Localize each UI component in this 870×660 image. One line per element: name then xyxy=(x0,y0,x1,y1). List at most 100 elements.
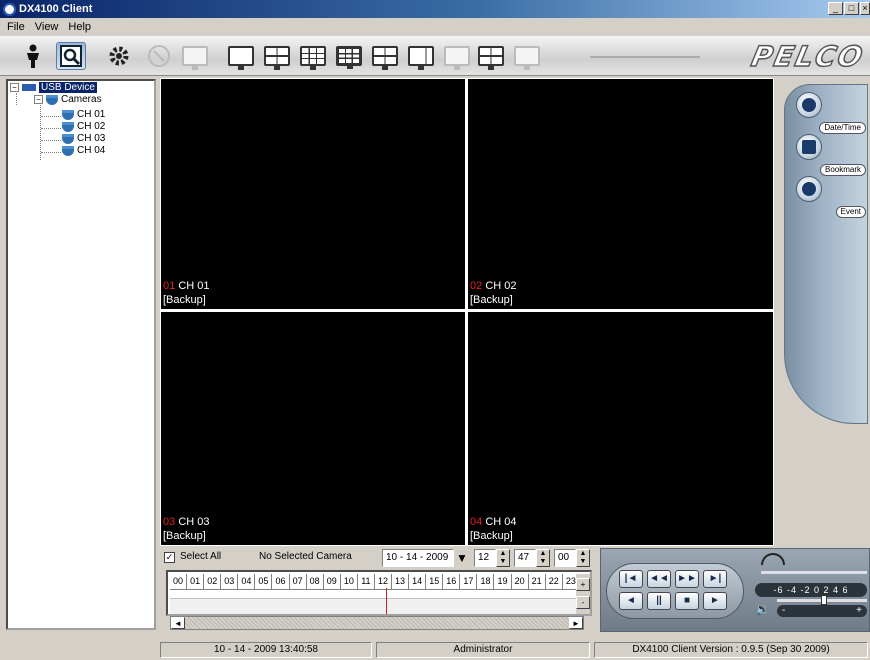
bookmark-icon xyxy=(802,140,816,154)
channel-name: CH 01 xyxy=(178,280,210,292)
live-view-button[interactable] xyxy=(18,42,48,70)
sequence-button[interactable] xyxy=(442,42,472,70)
date-dropdown-icon[interactable]: ▼ xyxy=(456,551,468,565)
title-bar: DX4100 Client xyxy=(0,0,870,18)
event-icon xyxy=(802,182,816,196)
maximize-button[interactable]: □ xyxy=(844,2,859,15)
video-cell-01[interactable]: 01 CH 01 [Backup] xyxy=(161,79,465,309)
timeline-hour-10: 10 xyxy=(340,574,358,590)
tree-channel-01[interactable]: CH 01 xyxy=(62,109,105,120)
skip-end-button[interactable]: ►| xyxy=(703,570,727,588)
video-cell-04[interactable]: 04 CH 04 [Backup] xyxy=(468,312,773,545)
device-tree: − USB Device − Cameras CH 01 CH 02 CH 03… xyxy=(6,79,156,630)
minute-spinner[interactable]: ▲ ▼ xyxy=(536,549,550,567)
timeline-track[interactable] xyxy=(170,598,580,614)
second-field[interactable]: 00 xyxy=(554,549,576,567)
camera-icon xyxy=(62,145,74,156)
event-search-button[interactable] xyxy=(796,176,822,202)
settings-button[interactable] xyxy=(104,42,134,70)
event-label[interactable]: Event xyxy=(835,206,866,218)
channel-number: 01 xyxy=(163,280,176,292)
layout-3x3-button[interactable] xyxy=(298,42,328,70)
cameras-icon xyxy=(46,94,58,105)
fast-forward-button[interactable]: ►► xyxy=(675,570,699,588)
layout-1x1-button[interactable] xyxy=(226,42,256,70)
skip-start-button[interactable]: |◄ xyxy=(619,570,643,588)
collapse-icon[interactable]: − xyxy=(34,95,43,104)
nine-view-icon xyxy=(300,46,326,70)
quad-view-icon xyxy=(264,46,290,70)
zoom-in-button[interactable]: + xyxy=(576,578,590,591)
play-button[interactable]: ► xyxy=(703,592,727,610)
reverse-play-button[interactable]: ◄ xyxy=(619,592,643,610)
speed-scale[interactable]: -6 -4 -2 0 2 4 6 xyxy=(755,583,867,597)
select-all-checkbox[interactable]: ✓ xyxy=(164,552,175,563)
scroll-left-button[interactable]: ◄ xyxy=(171,617,185,629)
menu-help[interactable]: Help xyxy=(63,21,96,33)
collapse-icon[interactable]: − xyxy=(10,83,19,92)
channel-status: [Backup] xyxy=(470,530,513,542)
speed-slider-track[interactable] xyxy=(761,571,867,574)
zoom-out-button[interactable]: - xyxy=(576,596,590,609)
tree-channel-04[interactable]: CH 04 xyxy=(62,145,105,156)
date-field[interactable]: 10 - 14 - 2009 xyxy=(382,549,454,567)
pause-button[interactable]: || xyxy=(647,592,671,610)
video-cell-03[interactable]: 03 CH 03 [Backup] xyxy=(161,312,465,545)
layout-8-button[interactable] xyxy=(406,42,436,70)
bookmark-label[interactable]: Bookmark xyxy=(819,164,866,176)
toolbar xyxy=(0,36,870,76)
layout-2x2-button[interactable] xyxy=(262,42,292,70)
export-button[interactable] xyxy=(180,42,210,70)
timeline-hour-21: 21 xyxy=(528,574,546,590)
bookmark-search-button[interactable] xyxy=(796,134,822,160)
volume-slider-thumb[interactable] xyxy=(821,595,827,605)
timeline-hour-19: 19 xyxy=(494,574,512,590)
menu-view[interactable]: View xyxy=(30,21,64,33)
ptz-button[interactable] xyxy=(144,42,174,70)
close-button[interactable]: × xyxy=(860,2,870,15)
snapshot-icon xyxy=(514,46,540,70)
tree-channel-03[interactable]: CH 03 xyxy=(62,133,105,144)
stop-button[interactable]: ■ xyxy=(675,592,699,610)
datetime-label[interactable]: Date/Time xyxy=(819,122,866,134)
tree-cameras[interactable]: − Cameras xyxy=(34,94,102,105)
speaker-icon[interactable]: 🔉 xyxy=(755,601,771,617)
scroll-right-button[interactable]: ► xyxy=(569,617,583,629)
menu-file[interactable]: File xyxy=(2,21,30,33)
camera-icon xyxy=(62,133,74,144)
timeline-hour-14: 14 xyxy=(409,574,427,590)
status-datetime: 10 - 14 - 2009 13:40:58 xyxy=(160,642,372,658)
volume-down-button[interactable]: - xyxy=(782,605,785,617)
timeline[interactable]: 00 01 02 03 04 05 06 07 08 09 10 11 12 13 14 15 16 17 18 19… xyxy=(166,570,592,616)
minute-field[interactable]: 47 xyxy=(514,549,536,567)
fullscreen-button[interactable] xyxy=(476,42,506,70)
video-grid: 01 CH 01 [Backup] 02 CH 02 [Backup] 03 C… xyxy=(160,78,774,546)
usb-device-icon xyxy=(22,84,36,91)
channel-name: CH 04 xyxy=(485,516,517,528)
layout-4x4-button[interactable] xyxy=(334,42,364,70)
timeline-scrollbar[interactable]: + - xyxy=(576,574,590,614)
layout-6-button[interactable] xyxy=(370,42,400,70)
status-bar: 10 - 14 - 2009 13:40:58 Administrator DX… xyxy=(160,640,870,660)
timeline-hour-00: 00 xyxy=(170,574,188,590)
hour-spinner[interactable]: ▲ ▼ xyxy=(496,549,510,567)
snapshot-button[interactable] xyxy=(512,42,542,70)
tree-channel-02[interactable]: CH 02 xyxy=(62,121,105,132)
timeline-horizontal-scrollbar[interactable]: ◄ ► xyxy=(170,616,584,630)
minimize-button[interactable]: _ xyxy=(828,2,843,15)
search-mode-button[interactable] xyxy=(56,42,86,70)
rewind-button[interactable]: ◄◄ xyxy=(647,570,671,588)
fullscreen-icon xyxy=(478,46,504,70)
datetime-search-button[interactable] xyxy=(796,92,822,118)
search-controls: ✓ Select All No Selected Camera 10 - 14 … xyxy=(160,548,600,568)
second-spinner[interactable]: ▲ ▼ xyxy=(576,549,590,567)
video-cell-02[interactable]: 02 CH 02 [Backup] xyxy=(468,79,773,309)
volume-control[interactable]: - + xyxy=(777,605,867,617)
timeline-cursor[interactable] xyxy=(386,588,387,614)
hour-field[interactable]: 12 xyxy=(474,549,496,567)
tree-device[interactable]: − USB Device xyxy=(10,82,97,93)
volume-up-button[interactable]: + xyxy=(856,605,862,617)
person-icon xyxy=(27,44,39,68)
timeline-hour-13: 13 xyxy=(392,574,410,590)
timeline-hour-15: 15 xyxy=(426,574,444,590)
